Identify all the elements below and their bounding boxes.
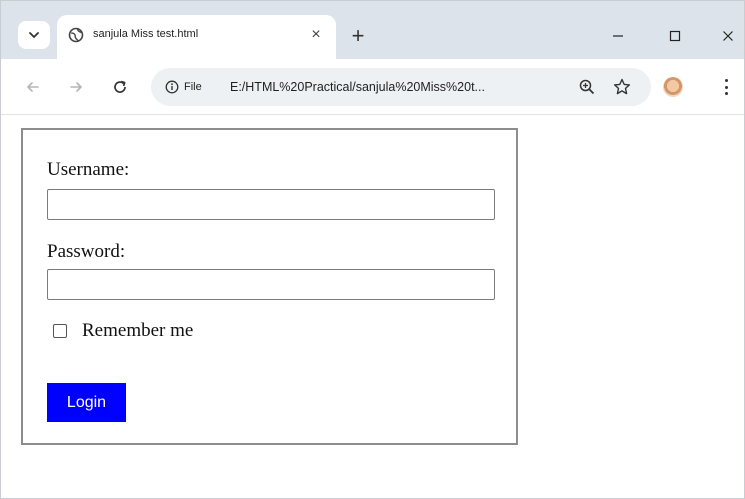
globe-icon	[68, 27, 84, 43]
tab-search-button[interactable]	[18, 21, 50, 49]
reload-icon	[114, 80, 126, 93]
remember-me-row[interactable]: Remember me	[53, 320, 193, 342]
minimize-button[interactable]	[605, 23, 631, 49]
browser-toolbar: File E:/HTML%20Practical/sanjula%20Miss%…	[1, 59, 744, 115]
close-icon	[723, 31, 733, 41]
maximize-icon	[669, 30, 681, 42]
username-label: Username:	[47, 159, 130, 180]
info-icon	[165, 80, 179, 94]
remember-me-checkbox[interactable]	[53, 324, 67, 338]
arrow-left-icon	[27, 82, 39, 92]
new-tab-button[interactable]: +	[345, 23, 371, 49]
maximize-button[interactable]	[662, 23, 688, 49]
login-button[interactable]: Login	[47, 383, 126, 422]
chevron-down-icon	[29, 32, 39, 38]
url-text[interactable]: E:/HTML%20Practical/sanjula%20Miss%20t..…	[230, 80, 485, 94]
tab-title: sanjula Miss test.html	[93, 28, 199, 40]
avatar[interactable]	[663, 77, 683, 97]
password-input[interactable]	[47, 269, 495, 300]
browser-window: sanjula Miss test.html × + File E:/HTML%…	[0, 0, 745, 499]
page-content: Username: Password: Remember me Login	[1, 115, 744, 498]
password-label: Password:	[47, 241, 126, 262]
tab-close-button[interactable]: ×	[305, 24, 327, 46]
kebab-menu-icon[interactable]	[719, 76, 733, 98]
close-window-button[interactable]	[715, 23, 741, 49]
back-button[interactable]	[19, 73, 47, 101]
zoom-icon[interactable]	[578, 78, 596, 96]
username-input[interactable]	[47, 189, 495, 220]
arrow-right-icon	[70, 82, 82, 92]
tab-active[interactable]: sanjula Miss test.html ×	[57, 15, 336, 59]
remember-me-label: Remember me	[82, 320, 194, 341]
minimize-icon	[613, 35, 623, 37]
forward-button[interactable]	[62, 73, 90, 101]
login-form: Username: Password: Remember me Login	[21, 128, 518, 445]
site-info-chip[interactable]: File	[157, 73, 212, 101]
star-icon[interactable]	[612, 77, 632, 97]
site-chip-label: File	[184, 81, 202, 93]
address-bar[interactable]: File E:/HTML%20Practical/sanjula%20Miss%…	[151, 68, 651, 106]
reload-button[interactable]	[106, 73, 134, 101]
tab-strip: sanjula Miss test.html × +	[1, 1, 744, 59]
